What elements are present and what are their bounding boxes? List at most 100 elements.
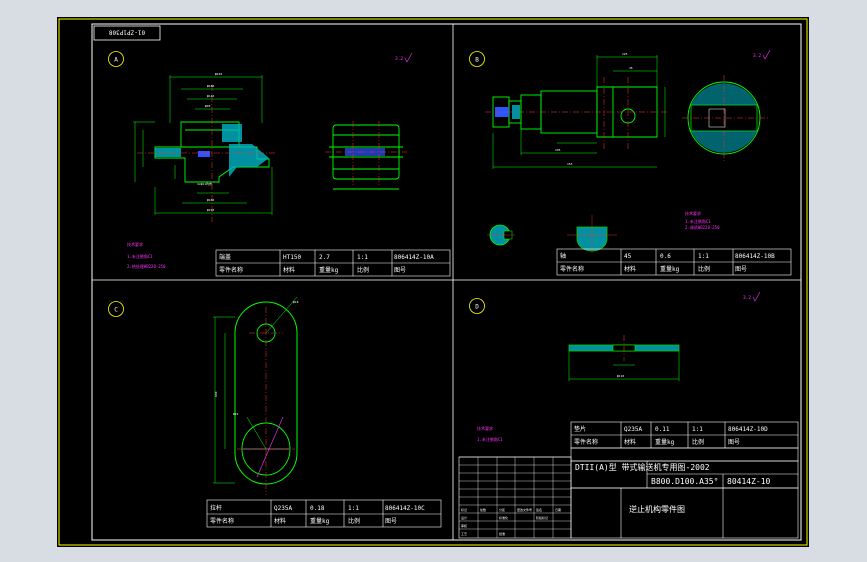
svg-text:比例: 比例 [357,266,369,274]
svg-text:批准: 批准 [499,531,505,536]
svg-text:0.18: 0.18 [310,505,325,512]
svg-text:更改文件号: 更改文件号 [517,507,532,512]
svg-text:0.6: 0.6 [660,253,671,260]
svg-text:φ160: φ160 [207,198,214,202]
view-d: D 3.2 φ110 技术要求 1.未注倒角C1 垫片 Q235A 0.11 1… [469,291,799,449]
view-b-notes: 技术要求 1.未注倒角C1 2.调质HB220-250 [685,210,720,230]
svg-text:零件名称: 零件名称 [560,265,584,273]
svg-text:重量kg: 重量kg [655,438,675,446]
washer-section: φ110 [568,335,680,381]
svg-text:R30: R30 [214,391,218,397]
svg-text:日期: 日期 [555,507,561,512]
svg-text:1:1: 1:1 [348,505,359,512]
view-d-label: D [475,304,479,311]
svg-text:图号: 图号 [735,266,747,273]
svg-text:1:1: 1:1 [692,426,703,433]
svg-text:2.调质HB220-250: 2.调质HB220-250 [685,224,720,230]
title-spec: B800.D100.A35° [651,477,718,486]
svg-text:材料: 材料 [624,438,636,446]
svg-text:零件名称: 零件名称 [219,266,243,274]
svg-text:φ140: φ140 [207,94,214,98]
view-a-notes: 技术要求 1.未注倒角C1 2.热处理HB220-250 [127,241,166,269]
svg-text:材料: 材料 [624,265,636,273]
revision-headers: 标记 处数 分区 更改文件号 签名 日期 [461,507,561,512]
svg-text:806414Z-10D: 806414Z-10D [728,426,768,433]
svg-text:技术要求: 技术要求 [477,425,493,431]
svg-text:材料: 材料 [274,517,286,525]
svg-text:比例: 比例 [348,517,360,525]
svg-text:零件名称: 零件名称 [210,517,234,525]
svg-text:45: 45 [629,66,633,70]
shaft-section-2 [567,215,617,253]
drawing-number-text: 01-ZP1P308 [109,29,146,36]
svg-text:材料: 材料 [283,266,295,274]
svg-text:806414Z-10B: 806414Z-10B [735,253,775,260]
svg-text:φ210: φ210 [207,208,214,212]
svg-text:垫片: 垫片 [574,425,586,433]
shaft-end-view [682,75,769,163]
title-name: 逆止机构零件图 [629,504,685,514]
svg-text:标准化: 标准化 [499,515,508,520]
view-a: A 3.2 φ210 φ180 φ140 φ95 φ210 φ160 4×φ11… [108,51,451,277]
svg-text:零件名称: 零件名称 [574,438,598,446]
svg-text:签名: 签名 [536,507,542,512]
pull-rod-dimensions [213,316,235,484]
svg-text:1.未注倒角C1: 1.未注倒角C1 [685,218,711,224]
roughness-symbol-icon [762,49,771,60]
view-b-label: B [475,57,479,64]
svg-text:1:1: 1:1 [698,253,709,260]
svg-text:Q235A: Q235A [274,505,292,512]
svg-text:审核: 审核 [461,523,467,528]
svg-text:阶段标记: 阶段标记 [536,515,548,520]
svg-text:45: 45 [624,253,632,260]
view-a-roughness: 3.2 [395,56,403,62]
svg-text:0.11: 0.11 [655,426,670,433]
svg-text:图号: 图号 [728,439,740,446]
svg-text:2.热处理HB220-250: 2.热处理HB220-250 [127,263,166,269]
svg-text:φ210: φ210 [215,72,222,76]
drawing-number-box: 01-ZP1P308 [93,25,161,41]
view-a-label: A [114,57,118,64]
svg-text:806414Z-10C: 806414Z-10C [385,505,425,512]
title-drawing-no: 80414Z-10 [727,477,771,486]
view-b-roughness: 3.2 [753,53,761,59]
svg-text:图号: 图号 [385,518,397,525]
view-d-roughness: 3.2 [743,295,751,301]
svg-text:2.7: 2.7 [319,254,330,261]
view-d-notes: 技术要求 1.未注倒角C1 [477,425,503,442]
svg-text:工艺: 工艺 [461,531,467,536]
svg-text:重量kg: 重量kg [319,266,339,274]
svg-text:R21: R21 [233,412,239,416]
pull-rod-outline [234,296,298,495]
svg-text:806414Z-10A: 806414Z-10A [394,254,434,261]
svg-text:1.未注倒角C1: 1.未注倒角C1 [127,253,153,259]
view-c: C R30 φ18 R21 拉杆 Q235A 0.18 1:1 806414Z-… [108,296,442,528]
svg-text:拉杆: 拉杆 [210,504,222,512]
svg-text:设计: 设计 [461,515,467,520]
svg-text:重量kg: 重量kg [310,517,330,525]
roughness-symbol-icon [404,52,413,63]
view-b: B 3.2 125 45 155 105 技术要求 1.未注倒角C1 2.调质H… [469,49,792,276]
svg-text:重量kg: 重量kg [660,265,680,273]
title-project: DTII(A)型 带式输送机专用图-2002 [575,462,710,472]
shaft-section-1 [487,224,515,246]
title-block: 标记 处数 分区 更改文件号 签名 日期 设计 标准化 阶段标记 审核 工艺 批… [458,447,799,539]
svg-text:Q235A: Q235A [624,426,642,433]
svg-text:φ180: φ180 [207,84,214,88]
view-c-label: C [114,307,118,314]
svg-text:图号: 图号 [394,267,406,274]
revision-rows: 设计 标准化 阶段标记 审核 工艺 批准 [461,515,548,536]
svg-text:比例: 比例 [698,265,710,273]
svg-text:标记: 标记 [461,507,467,512]
svg-text:155: 155 [567,162,573,166]
svg-text:比例: 比例 [692,438,704,446]
svg-text:端盖: 端盖 [219,253,231,261]
svg-text:1.未注倒角C1: 1.未注倒角C1 [477,436,503,442]
svg-text:4×φ11均布: 4×φ11均布 [197,181,212,186]
svg-text:1:1: 1:1 [357,254,368,261]
svg-text:技术要求: 技术要求 [685,210,701,216]
svg-text:φ18: φ18 [293,300,299,304]
svg-text:分区: 分区 [499,507,505,512]
svg-text:φ95: φ95 [205,104,211,108]
svg-text:技术要求: 技术要求 [127,241,143,247]
